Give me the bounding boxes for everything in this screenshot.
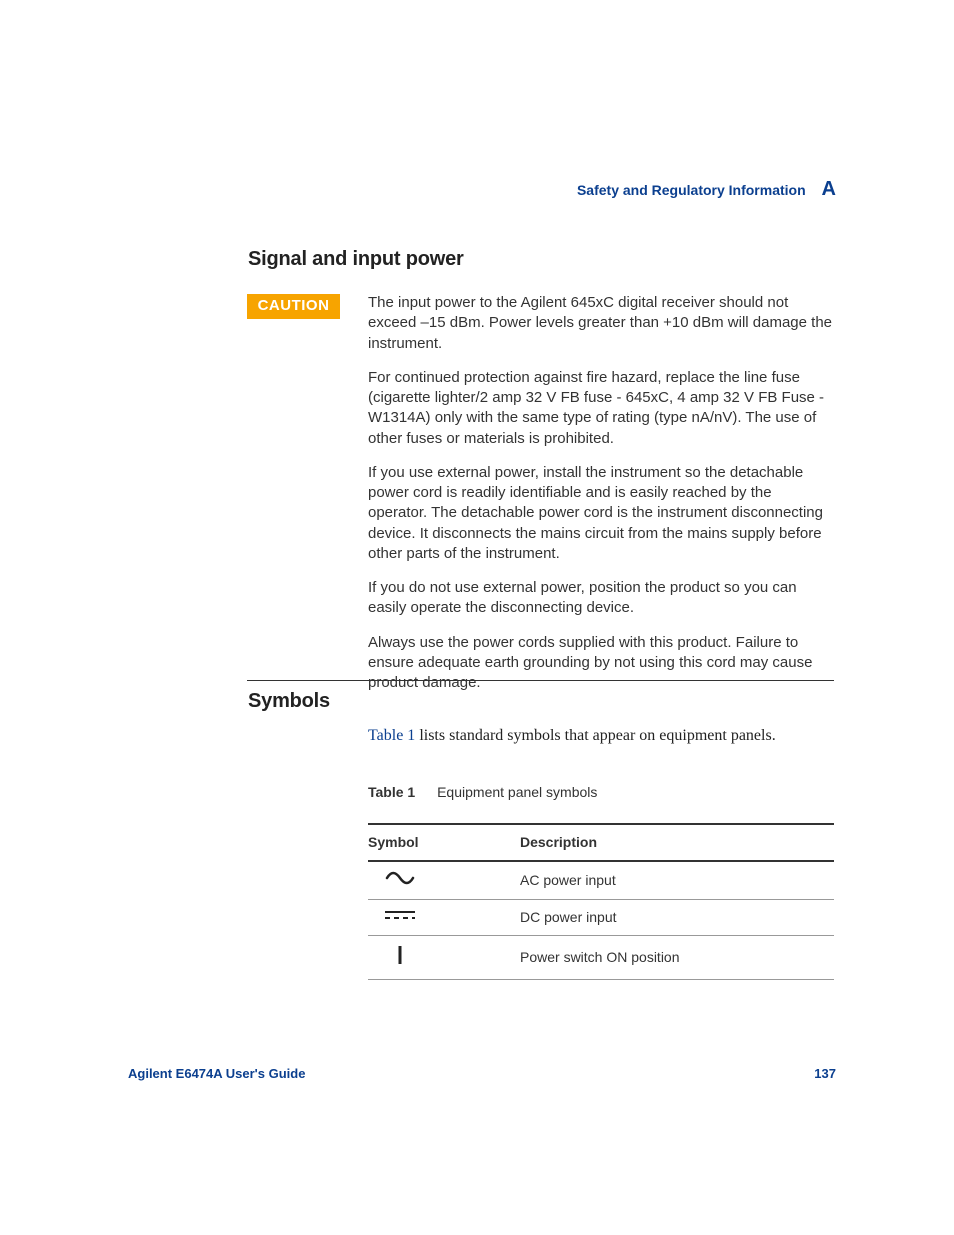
caution-label: CAUTION bbox=[247, 294, 340, 319]
symbols-table: Symbol Description AC power input bbox=[368, 823, 834, 980]
ac-power-icon bbox=[380, 870, 420, 891]
caution-paragraph: For continued protection against fire ha… bbox=[368, 368, 834, 449]
caution-paragraph: If you do not use external power, positi… bbox=[368, 578, 834, 619]
symbol-cell bbox=[368, 861, 520, 899]
symbol-cell bbox=[368, 899, 520, 935]
symbols-intro: Table 1 lists standard symbols that appe… bbox=[368, 725, 788, 747]
caution-paragraph: The input power to the Agilent 645xC dig… bbox=[368, 293, 834, 354]
page-number: 137 bbox=[814, 1065, 836, 1083]
section-title: Safety and Regulatory Information bbox=[577, 182, 806, 198]
heading-signal-input-power: Signal and input power bbox=[248, 246, 464, 273]
table-title: Equipment panel symbols bbox=[437, 784, 597, 800]
document-page: Safety and Regulatory Information A Sign… bbox=[0, 0, 954, 1235]
table-header-row: Symbol Description bbox=[368, 824, 834, 861]
page-footer: Agilent E6474A User's Guide 137 bbox=[128, 1065, 836, 1083]
table-row: DC power input bbox=[368, 899, 834, 935]
table-row: AC power input bbox=[368, 861, 834, 899]
horizontal-rule bbox=[247, 680, 834, 681]
table-caption: Table 1 Equipment panel symbols bbox=[368, 783, 597, 802]
caution-paragraph: Always use the power cords supplied with… bbox=[368, 633, 834, 694]
caution-body: The input power to the Agilent 645xC dig… bbox=[368, 293, 834, 707]
desc-cell: Power switch ON position bbox=[520, 935, 834, 979]
symbol-cell bbox=[368, 935, 520, 979]
col-symbol: Symbol bbox=[368, 824, 520, 861]
guide-title: Agilent E6474A User's Guide bbox=[128, 1065, 305, 1083]
running-header: Safety and Regulatory Information A bbox=[577, 176, 836, 203]
symbols-intro-text: lists standard symbols that appear on eq… bbox=[415, 727, 775, 744]
table-crossref-link[interactable]: Table 1 bbox=[368, 727, 415, 744]
table-label: Table 1 bbox=[368, 784, 415, 800]
power-on-icon bbox=[380, 944, 420, 971]
table-row: Power switch ON position bbox=[368, 935, 834, 979]
desc-cell: AC power input bbox=[520, 861, 834, 899]
dc-power-icon bbox=[380, 908, 420, 927]
desc-cell: DC power input bbox=[520, 899, 834, 935]
section-letter: A bbox=[822, 178, 836, 200]
caution-paragraph: If you use external power, install the i… bbox=[368, 463, 834, 564]
col-description: Description bbox=[520, 824, 834, 861]
heading-symbols: Symbols bbox=[248, 688, 330, 715]
